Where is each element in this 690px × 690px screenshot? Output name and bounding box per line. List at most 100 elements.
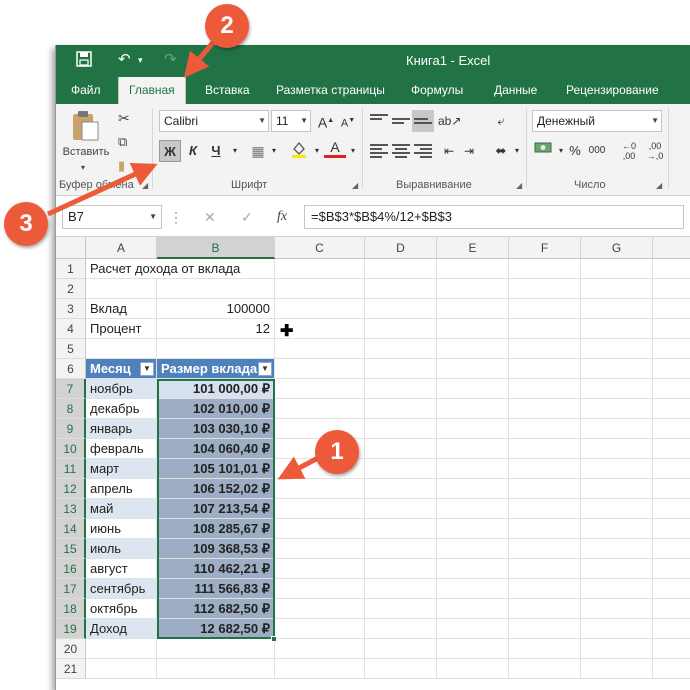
cell[interactable] bbox=[365, 639, 437, 659]
cell[interactable] bbox=[275, 579, 365, 599]
thousands-separator-button[interactable]: 000 bbox=[586, 140, 608, 162]
insert-function-button[interactable]: fx bbox=[277, 209, 287, 225]
cell[interactable] bbox=[275, 359, 365, 379]
cell[interactable]: 100000 bbox=[157, 299, 275, 319]
row-header[interactable]: 1 bbox=[56, 259, 86, 279]
cell[interactable] bbox=[509, 519, 581, 539]
cell[interactable] bbox=[437, 619, 509, 639]
cell[interactable] bbox=[509, 539, 581, 559]
filter-dropdown-icon[interactable]: ▼ bbox=[258, 362, 272, 376]
cell[interactable] bbox=[509, 339, 581, 359]
cell[interactable] bbox=[437, 339, 509, 359]
row-header[interactable]: 12 bbox=[56, 479, 86, 499]
paste-dropdown-icon[interactable]: ▾ bbox=[81, 160, 85, 176]
cell[interactable] bbox=[581, 319, 653, 339]
cell[interactable] bbox=[275, 499, 365, 519]
cell[interactable] bbox=[365, 559, 437, 579]
cell[interactable] bbox=[581, 419, 653, 439]
cell[interactable] bbox=[653, 399, 690, 419]
cell[interactable] bbox=[581, 539, 653, 559]
cell[interactable] bbox=[653, 659, 690, 679]
column-header-b[interactable]: B bbox=[157, 237, 275, 259]
cell[interactable] bbox=[509, 259, 581, 279]
cell[interactable] bbox=[653, 459, 690, 479]
tab-formulas[interactable]: Формулы bbox=[401, 77, 473, 104]
cell[interactable]: 12 bbox=[157, 319, 275, 339]
alignment-launcher-icon[interactable]: ◢ bbox=[516, 181, 522, 190]
cell[interactable] bbox=[581, 299, 653, 319]
cell[interactable] bbox=[581, 359, 653, 379]
tab-review[interactable]: Рецензирование bbox=[556, 77, 669, 104]
cell[interactable] bbox=[437, 479, 509, 499]
cell[interactable] bbox=[437, 519, 509, 539]
enter-icon[interactable]: ✓ bbox=[241, 209, 253, 226]
cell[interactable]: октябрь bbox=[86, 599, 157, 619]
row-header[interactable]: 11 bbox=[56, 459, 86, 479]
format-painter-icon[interactable]: ▮ bbox=[118, 158, 125, 174]
align-left-icon[interactable] bbox=[370, 142, 388, 158]
cancel-icon[interactable]: ✕ bbox=[204, 209, 216, 226]
cell[interactable] bbox=[653, 579, 690, 599]
cell[interactable] bbox=[275, 619, 365, 639]
align-center-icon[interactable] bbox=[392, 142, 410, 158]
cell[interactable] bbox=[581, 439, 653, 459]
cell[interactable] bbox=[275, 339, 365, 359]
cell[interactable] bbox=[653, 639, 690, 659]
cell[interactable] bbox=[653, 379, 690, 399]
cell[interactable] bbox=[365, 539, 437, 559]
cell[interactable] bbox=[509, 279, 581, 299]
cell[interactable] bbox=[437, 279, 509, 299]
font-name-combo[interactable]: Calibri ▼ bbox=[159, 110, 269, 132]
number-format-combo[interactable]: Денежный ▼ bbox=[532, 110, 662, 132]
orientation-icon[interactable]: ab↗ bbox=[438, 110, 461, 132]
tab-insert[interactable]: Вставка bbox=[195, 77, 260, 104]
cell[interactable] bbox=[275, 299, 365, 319]
column-header-c[interactable]: C bbox=[275, 237, 365, 259]
cell[interactable] bbox=[365, 599, 437, 619]
cell[interactable] bbox=[365, 499, 437, 519]
row-header[interactable]: 16 bbox=[56, 559, 86, 579]
align-middle-icon[interactable] bbox=[392, 112, 410, 128]
cell[interactable] bbox=[365, 299, 437, 319]
borders-dropdown-icon[interactable]: ▾ bbox=[263, 140, 285, 162]
redo-icon[interactable]: ↷ bbox=[164, 51, 177, 69]
cell[interactable] bbox=[86, 639, 157, 659]
cell[interactable] bbox=[581, 479, 653, 499]
cell[interactable] bbox=[653, 439, 690, 459]
cell[interactable]: сентябрь bbox=[86, 579, 157, 599]
cell[interactable] bbox=[581, 339, 653, 359]
increase-indent-icon[interactable]: ⇥ bbox=[458, 140, 480, 162]
cell[interactable] bbox=[365, 419, 437, 439]
cell[interactable] bbox=[437, 319, 509, 339]
cell[interactable] bbox=[275, 379, 365, 399]
cell[interactable] bbox=[437, 659, 509, 679]
merge-dropdown-icon[interactable]: ▾ bbox=[506, 140, 528, 162]
column-header-f[interactable]: F bbox=[509, 237, 581, 259]
font-size-combo[interactable]: 11 ▼ bbox=[271, 110, 311, 132]
cell[interactable] bbox=[653, 339, 690, 359]
cell[interactable] bbox=[275, 639, 365, 659]
cell[interactable] bbox=[437, 639, 509, 659]
cell[interactable]: Месяц ▼ bbox=[86, 359, 157, 379]
cell[interactable] bbox=[157, 259, 275, 279]
paste-icon[interactable] bbox=[70, 110, 100, 146]
cell[interactable] bbox=[509, 619, 581, 639]
cell[interactable] bbox=[581, 459, 653, 479]
formula-input[interactable]: =$B$3*$B$4%/12+$B$3 bbox=[304, 205, 684, 229]
cell[interactable] bbox=[653, 299, 690, 319]
row-header[interactable]: 15 bbox=[56, 539, 86, 559]
decrease-decimal-icon[interactable]: ,00 →,0 bbox=[644, 140, 666, 162]
cell[interactable] bbox=[437, 439, 509, 459]
cell[interactable] bbox=[86, 659, 157, 679]
underline-dropdown-icon[interactable]: ▾ bbox=[224, 140, 246, 162]
italic-button[interactable]: К bbox=[182, 140, 204, 162]
cell[interactable] bbox=[437, 399, 509, 419]
cell[interactable]: июнь bbox=[86, 519, 157, 539]
cell[interactable] bbox=[509, 659, 581, 679]
cell[interactable] bbox=[509, 639, 581, 659]
cell[interactable] bbox=[581, 659, 653, 679]
cell[interactable] bbox=[365, 519, 437, 539]
cell[interactable] bbox=[275, 279, 365, 299]
cell[interactable] bbox=[581, 279, 653, 299]
cell[interactable] bbox=[275, 659, 365, 679]
